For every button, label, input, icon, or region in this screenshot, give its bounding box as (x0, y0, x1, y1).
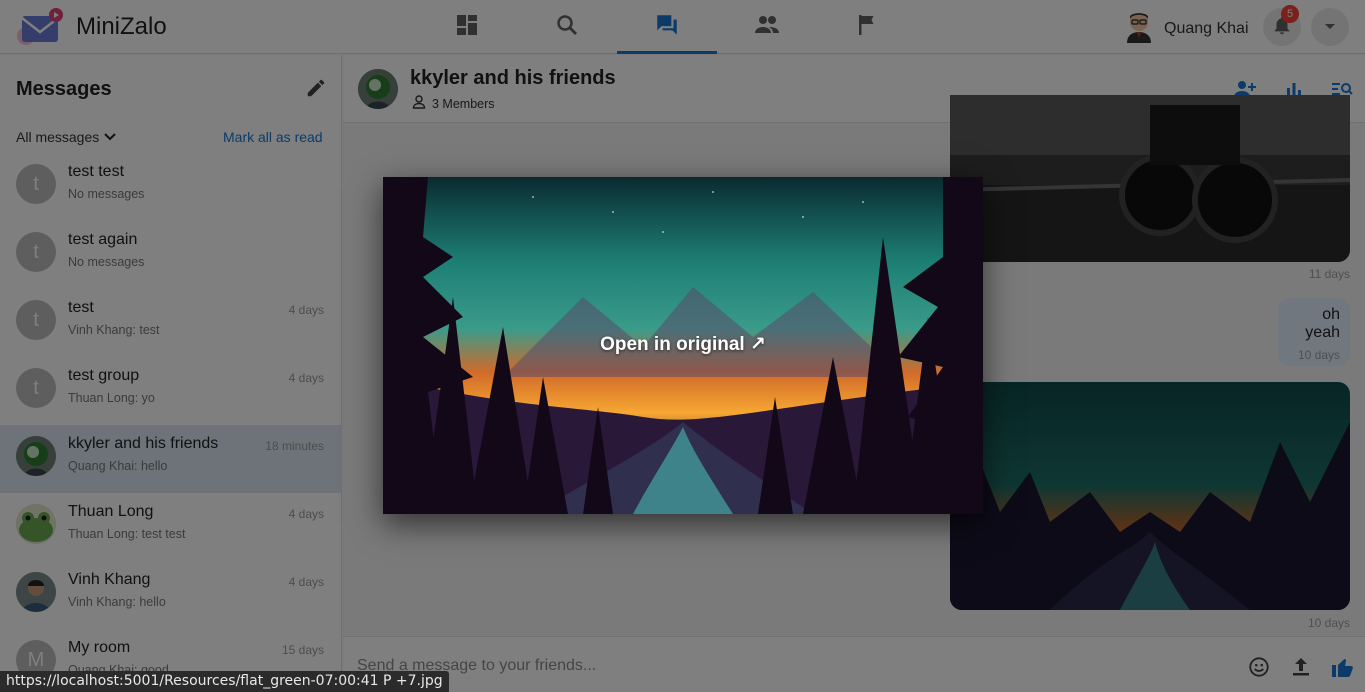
status-bar-url: https://localhost:5001/Resources/flat_gr… (0, 671, 449, 692)
open-in-original-link[interactable]: Open in original ↗ (383, 333, 983, 356)
image-preview[interactable]: Open in original ↗ (383, 177, 983, 514)
